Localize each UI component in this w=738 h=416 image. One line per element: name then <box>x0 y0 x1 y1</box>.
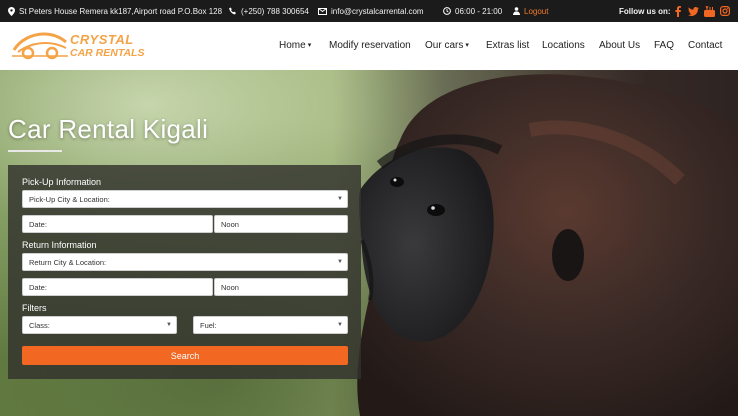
car-logo-icon <box>12 32 68 60</box>
hours-item: 06:00 - 21:00 <box>443 0 502 22</box>
class-select[interactable]: Class: ▼ <box>22 316 177 334</box>
gorilla-image <box>357 74 738 416</box>
facebook-icon[interactable] <box>672 5 684 17</box>
title-underline <box>8 150 62 152</box>
pickup-label: Pick-Up Information <box>22 177 102 187</box>
follow-text: Follow us on: <box>619 6 671 16</box>
chevron-down-icon: ▾ <box>307 42 312 49</box>
top-bar: St Peters House Remera kk187,Airport roa… <box>0 0 738 22</box>
return-time-field[interactable]: Noon <box>214 278 348 296</box>
nav-faq-label: FAQ <box>654 40 675 51</box>
phone-text[interactable]: (+250) 788 300654 <box>241 7 309 16</box>
hours-text: 06:00 - 21:00 <box>455 6 503 16</box>
logout-link[interactable]: Logout <box>513 0 548 22</box>
nav-our-cars[interactable]: Our cars ▾ <box>425 40 469 51</box>
nav-home[interactable]: Home ▾ <box>279 40 311 51</box>
return-label: Return Information <box>22 240 97 250</box>
logo-subtitle: CAR RENTALS <box>70 47 145 59</box>
nav-about-label: About Us <box>599 40 641 51</box>
chevron-down-icon: ▾ <box>465 42 469 49</box>
nav-locations-label: Locations <box>542 40 585 51</box>
address-item: St Peters House Remera kk187,Airport roa… <box>8 0 222 22</box>
map-pin-icon <box>8 6 15 16</box>
phone-icon <box>229 7 236 15</box>
pickup-date-value: Date: <box>29 219 47 229</box>
pickup-time-field[interactable]: Noon <box>214 215 348 233</box>
logo[interactable]: CRYSTAL CAR RENTALS <box>10 28 144 64</box>
hero-title: Car Rental Kigali <box>8 114 209 144</box>
nav-modify-label: Modify reservation <box>329 40 411 51</box>
return-date-value: Date: <box>29 282 47 292</box>
hero-section: Car Rental Kigali Pick-Up Information Pi… <box>0 70 738 416</box>
chevron-down-icon: ▼ <box>337 259 343 265</box>
follow-label: Follow us on: <box>619 0 671 22</box>
email-text[interactable]: info@crystalcarrental.com <box>331 7 424 16</box>
nav-locations[interactable]: Locations <box>542 40 585 51</box>
return-location-value: Return City & Location: <box>29 257 107 267</box>
twitter-icon[interactable] <box>687 5 699 17</box>
site-header: CRYSTAL CAR RENTALS Home ▾ Modify reserva… <box>0 22 738 70</box>
fuel-select[interactable]: Fuel: ▼ <box>193 316 348 334</box>
booking-form: Pick-Up Information Pick-Up City & Locat… <box>8 165 361 379</box>
youtube-icon[interactable] <box>703 5 715 17</box>
pickup-location-value: Pick-Up City & Location: <box>29 194 110 204</box>
nav-extras-list[interactable]: Extras list <box>486 40 529 51</box>
user-icon <box>513 7 520 15</box>
nav-home-label: Home <box>279 40 306 51</box>
return-location-select[interactable]: Return City & Location: ▼ <box>22 253 348 271</box>
return-date-field[interactable]: Date: <box>22 278 213 296</box>
nav-about-us[interactable]: About Us <box>599 40 640 51</box>
nav-cars-label: Our cars <box>425 40 464 51</box>
chevron-down-icon: ▼ <box>166 322 172 328</box>
logout-text[interactable]: Logout <box>524 7 548 16</box>
nav-contact[interactable]: Contact <box>688 40 722 51</box>
pickup-date-field[interactable]: Date: <box>22 215 213 233</box>
email-item[interactable]: info@crystalcarrental.com <box>318 0 424 22</box>
nav-extras-label: Extras list <box>486 40 530 51</box>
address-text: St Peters House Remera kk187,Airport roa… <box>19 6 223 16</box>
filters-label: Filters <box>22 303 47 313</box>
nav-faq[interactable]: FAQ <box>654 40 674 51</box>
nav-modify-reservation[interactable]: Modify reservation <box>329 40 411 51</box>
logo-title: CRYSTAL <box>70 32 134 47</box>
pickup-location-select[interactable]: Pick-Up City & Location: ▼ <box>22 190 348 208</box>
phone-item[interactable]: (+250) 788 300654 <box>229 0 309 22</box>
class-value: Class: <box>29 320 50 330</box>
chevron-down-icon: ▼ <box>337 322 343 328</box>
return-time-value: Noon <box>221 282 239 292</box>
envelope-icon <box>318 7 327 15</box>
search-button[interactable]: Search <box>22 346 348 365</box>
fuel-value: Fuel: <box>200 320 217 330</box>
search-button-label: Search <box>170 350 200 361</box>
pickup-time-value: Noon <box>221 219 239 229</box>
nav-contact-label: Contact <box>688 40 723 51</box>
instagram-icon[interactable] <box>719 5 731 17</box>
chevron-down-icon: ▼ <box>337 196 343 202</box>
clock-icon <box>443 7 451 15</box>
